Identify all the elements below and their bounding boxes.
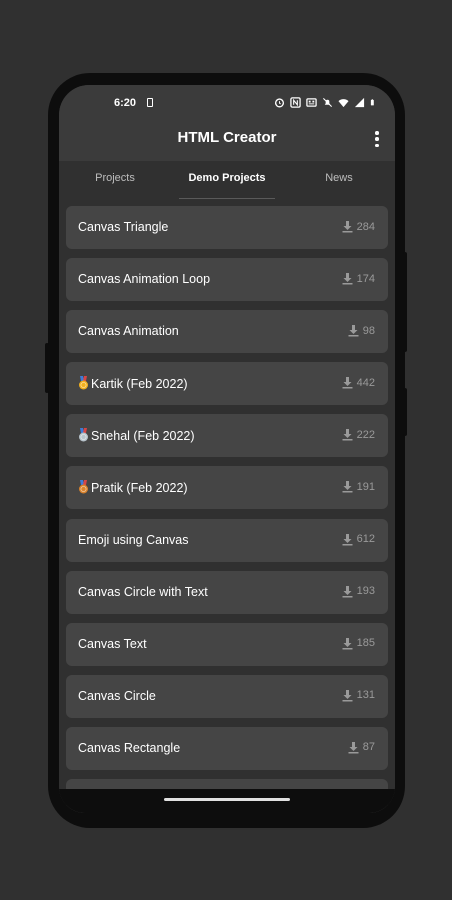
side-button: [45, 343, 49, 393]
status-time: 6:20: [114, 97, 137, 109]
project-title: Pratik (Feb 2022): [78, 480, 188, 495]
tab-bar: Projects Demo Projects News: [59, 161, 395, 199]
download-count[interactable]: 284: [341, 220, 375, 233]
download-count-value: 87: [362, 741, 375, 754]
download-count[interactable]: 174: [341, 272, 375, 285]
download-count[interactable]: 612: [341, 533, 375, 546]
project-title-text: Canvas Circle with Text: [78, 584, 208, 599]
home-indicator[interactable]: [164, 798, 290, 801]
download-count[interactable]: 191: [341, 480, 375, 493]
download-icon: [342, 585, 353, 598]
download-icon: [342, 533, 353, 546]
project-title-text: Canvas Animation Loop: [78, 272, 211, 287]
project-title-text: Canvas Rectangle: [78, 740, 181, 755]
tab-projects[interactable]: Projects: [59, 161, 171, 199]
project-title: Emoji using Canvas: [78, 533, 188, 547]
battery-icon: [370, 99, 374, 106]
nfc-icon: [290, 97, 301, 108]
download-icon: [342, 273, 353, 285]
status-icons: [274, 97, 377, 108]
download-count-value: 612: [356, 533, 375, 546]
download-count[interactable]: 185: [341, 637, 375, 650]
project-title-text: Canvas Text: [78, 636, 147, 651]
download-icon: [342, 377, 353, 389]
download-icon: [342, 429, 353, 441]
project-card[interactable]: Snehal (Feb 2022) 222: [66, 414, 388, 458]
download-icon: [342, 637, 353, 650]
download-icon: [348, 741, 359, 754]
project-title: Canvas Animation: [78, 324, 179, 338]
project-card[interactable]: Canvas Circle 131: [66, 674, 388, 718]
project-card[interactable]: Canvas Triangle 284: [66, 206, 388, 249]
project-title: Snehal (Feb 2022): [78, 428, 195, 443]
project-title: Kartik (Feb 2022): [78, 376, 188, 391]
project-title: Canvas Animation Loop: [78, 272, 210, 286]
project-title-text: Emoji using Canvas: [78, 532, 189, 547]
download-count-value: 131: [356, 689, 375, 702]
app-title: HTML Creator: [177, 129, 277, 146]
project-card[interactable]: Kartik (Feb 2022) 442: [66, 362, 388, 406]
project-title: Canvas Rectangle: [78, 741, 180, 755]
download-icon: [348, 325, 359, 337]
download-count-value: 191: [356, 480, 375, 493]
project-card[interactable]: Canvas Animation 98: [66, 310, 388, 354]
project-title-text: Canvas Triangle: [78, 220, 169, 234]
download-count-value: 98: [362, 324, 375, 337]
download-icon: [342, 481, 353, 493]
project-card[interactable]: Canvas Rectangle 87: [66, 726, 388, 770]
download-count-value: 174: [356, 272, 375, 285]
tab-news[interactable]: News: [283, 161, 395, 199]
project-title-text: Canvas Circle: [78, 688, 156, 703]
project-title: Canvas Circle with Text: [78, 585, 208, 599]
mute-icon: [322, 97, 333, 108]
project-card[interactable]: Pratik (Feb 2022) 191: [66, 466, 388, 510]
power-button: [403, 252, 407, 352]
project-title: Canvas Circle: [78, 689, 156, 703]
status-bar: 6:20: [59, 85, 395, 117]
download-count-value: 442: [356, 376, 375, 389]
silver-medal-icon: [79, 428, 88, 442]
more-vert-icon[interactable]: [375, 131, 379, 147]
wifi-icon: [338, 99, 349, 108]
project-title-text: Snehal (Feb 2022): [91, 429, 195, 444]
project-card[interactable]: Canvas Text 185: [66, 622, 388, 666]
project-card[interactable]: Emoji using Canvas 612: [66, 518, 388, 562]
volume-button: [403, 388, 407, 436]
project-card[interactable]: Canvas Animation Loop 174: [66, 258, 388, 302]
project-list: Canvas Triangle 284 Canvas Animation Loop…: [66, 206, 388, 813]
bronze-medal-icon: [79, 480, 88, 494]
project-title: Canvas Text: [78, 637, 147, 651]
project-title-text: Pratik (Feb 2022): [91, 481, 188, 496]
app-bar: HTML Creator: [59, 117, 395, 161]
tab-demo-projects[interactable]: Demo Projects: [171, 161, 283, 199]
download-icon: [342, 221, 353, 233]
gold-medal-icon: [79, 376, 88, 390]
project-title-text: Canvas Animation: [78, 324, 179, 339]
download-count[interactable]: 131: [341, 689, 375, 702]
download-count-value: 222: [356, 428, 375, 441]
nav-area: [59, 789, 395, 813]
download-count[interactable]: 87: [347, 741, 375, 754]
download-count[interactable]: 193: [341, 585, 375, 598]
download-count[interactable]: 222: [341, 428, 375, 441]
screen: 6:20 HTML Creator Projects Demo Projects…: [59, 85, 395, 813]
download-icon: [342, 689, 353, 702]
download-count-value: 284: [356, 220, 375, 233]
alarm-icon: [274, 98, 285, 108]
sim-card-icon: [147, 98, 153, 107]
gallery-icon: [306, 98, 317, 107]
download-count-value: 185: [356, 637, 375, 650]
signal-icon: [354, 97, 365, 108]
project-title-text: Kartik (Feb 2022): [91, 377, 188, 392]
project-card[interactable]: Canvas Circle with Text 193: [66, 570, 388, 614]
download-count[interactable]: 442: [341, 376, 375, 389]
download-count-value: 193: [356, 585, 375, 598]
download-count[interactable]: 98: [347, 324, 375, 337]
project-title: Canvas Triangle: [78, 220, 168, 234]
